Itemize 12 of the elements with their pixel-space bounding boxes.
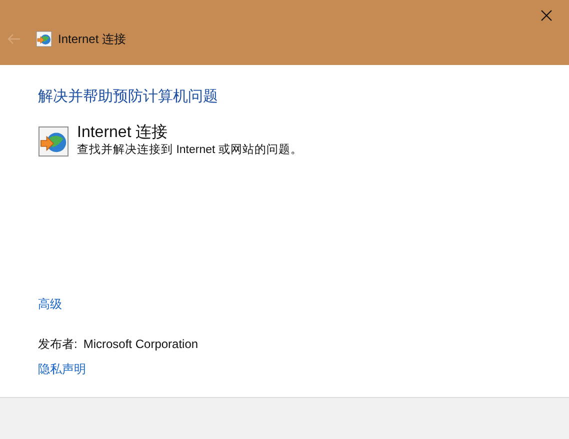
troubleshooter-title: Internet 连接 <box>77 122 169 142</box>
publisher-name: Microsoft Corporation <box>83 336 198 353</box>
troubleshooter-description: 查找并解决连接到 Internet 或网站的问题。 <box>77 142 302 158</box>
publisher-label: 发布者: <box>38 336 78 353</box>
privacy-link[interactable]: 隐私声明 <box>38 360 86 378</box>
close-icon <box>540 10 552 20</box>
back-arrow-icon <box>7 33 21 45</box>
page-heading: 解决并帮助预防计算机问题 <box>38 87 219 107</box>
network-troubleshooter-icon <box>38 126 69 156</box>
network-app-icon <box>36 31 52 47</box>
window-title: Internet 连接 <box>58 31 126 48</box>
advanced-link[interactable]: 高级 <box>38 295 62 313</box>
